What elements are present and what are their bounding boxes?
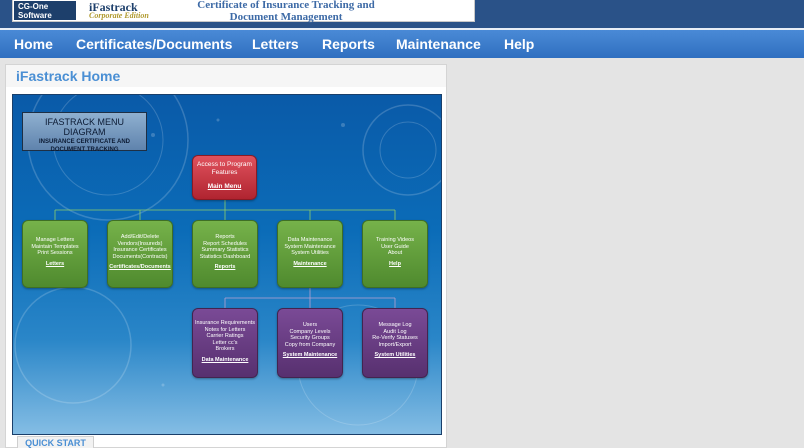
help-description: Training Videos User Guide About xyxy=(376,237,414,257)
letters-box[interactable]: Manage Letters Maintain Templates Print … xyxy=(22,220,88,288)
nav-help[interactable]: Help xyxy=(504,36,534,52)
nav-maintenance[interactable]: Maintenance xyxy=(396,36,481,52)
certificates-documents-box[interactable]: Add/Edit/Delete Vendors(Insureds) Insura… xyxy=(107,220,173,288)
certificates-documents-description: Add/Edit/Delete Vendors(Insureds) Insura… xyxy=(112,234,168,260)
maintenance-link[interactable]: Maintenance xyxy=(278,261,342,267)
system-maintenance-description: Users Company Levels Security Groups Cop… xyxy=(284,322,336,348)
system-utilities-description: Message Log Audit Log Re-Verify Statuses… xyxy=(372,322,418,348)
letters-description: Manage Letters Maintain Templates Print … xyxy=(31,237,79,257)
diagram-title-box: IFASTRACK MENU DIAGRAM INSURANCE CERTIFI… xyxy=(22,112,147,153)
main-navigation: Home Certificates/Documents Letters Repo… xyxy=(0,28,804,58)
header-band: CG-One Software iFastrack Corporate Edit… xyxy=(0,0,804,28)
app-logo-banner: CG-One Software iFastrack Corporate Edit… xyxy=(12,0,475,23)
data-maintenance-description: Insurance Requirements Notes for Letters… xyxy=(195,320,255,353)
reports-link[interactable]: Reports xyxy=(193,264,257,270)
certificates-documents-link[interactable]: Certificates/Documents xyxy=(108,264,172,270)
nav-certificates-documents[interactable]: Certificates/Documents xyxy=(76,36,232,52)
company-logo: CG-One Software xyxy=(14,1,76,20)
diagram-subtitle: INSURANCE CERTIFICATE AND DOCUMENT TRACK… xyxy=(39,139,130,153)
menu-diagram: IFASTRACK MENU DIAGRAM INSURANCE CERTIFI… xyxy=(12,94,442,435)
nav-home[interactable]: Home xyxy=(14,36,53,52)
panel-header: iFastrack Home xyxy=(6,65,446,87)
main-menu-link[interactable]: Main Menu xyxy=(193,183,256,190)
help-link[interactable]: Help xyxy=(363,261,427,267)
data-maintenance-link[interactable]: Data Maintenance xyxy=(193,357,257,363)
main-menu-description: Access to Program Features xyxy=(197,161,252,176)
letters-link[interactable]: Letters xyxy=(23,261,87,267)
reports-box[interactable]: Reports Report Schedules Summary Statist… xyxy=(192,220,258,288)
system-maintenance-box[interactable]: Users Company Levels Security Groups Cop… xyxy=(277,308,343,378)
product-tagline: Certificate of Insurance Tracking and Do… xyxy=(197,0,375,23)
nav-reports[interactable]: Reports xyxy=(322,36,375,52)
home-panel: iFastrack Home IFASTRACK MENU DIAGRAM IN… xyxy=(5,64,447,448)
diagram-title: IFASTRACK MENU DIAGRAM xyxy=(44,117,124,137)
page-title: iFastrack Home xyxy=(16,68,121,84)
quick-start-tab[interactable]: QUICK START xyxy=(17,436,94,448)
data-maintenance-box[interactable]: Insurance Requirements Notes for Letters… xyxy=(192,308,258,378)
product-edition: Corporate Edition xyxy=(89,11,149,20)
main-menu-box[interactable]: Access to Program Features Main Menu xyxy=(192,155,257,200)
system-utilities-link[interactable]: System Utilities xyxy=(363,352,427,358)
help-box[interactable]: Training Videos User Guide About Help xyxy=(362,220,428,288)
maintenance-box[interactable]: Data Maintenance System Maintenance Syst… xyxy=(277,220,343,288)
system-utilities-box[interactable]: Message Log Audit Log Re-Verify Statuses… xyxy=(362,308,428,378)
nav-letters[interactable]: Letters xyxy=(252,36,299,52)
system-maintenance-link[interactable]: System Maintenance xyxy=(278,352,342,358)
maintenance-description: Data Maintenance System Maintenance Syst… xyxy=(284,237,336,257)
reports-description: Reports Report Schedules Summary Statist… xyxy=(199,234,251,260)
